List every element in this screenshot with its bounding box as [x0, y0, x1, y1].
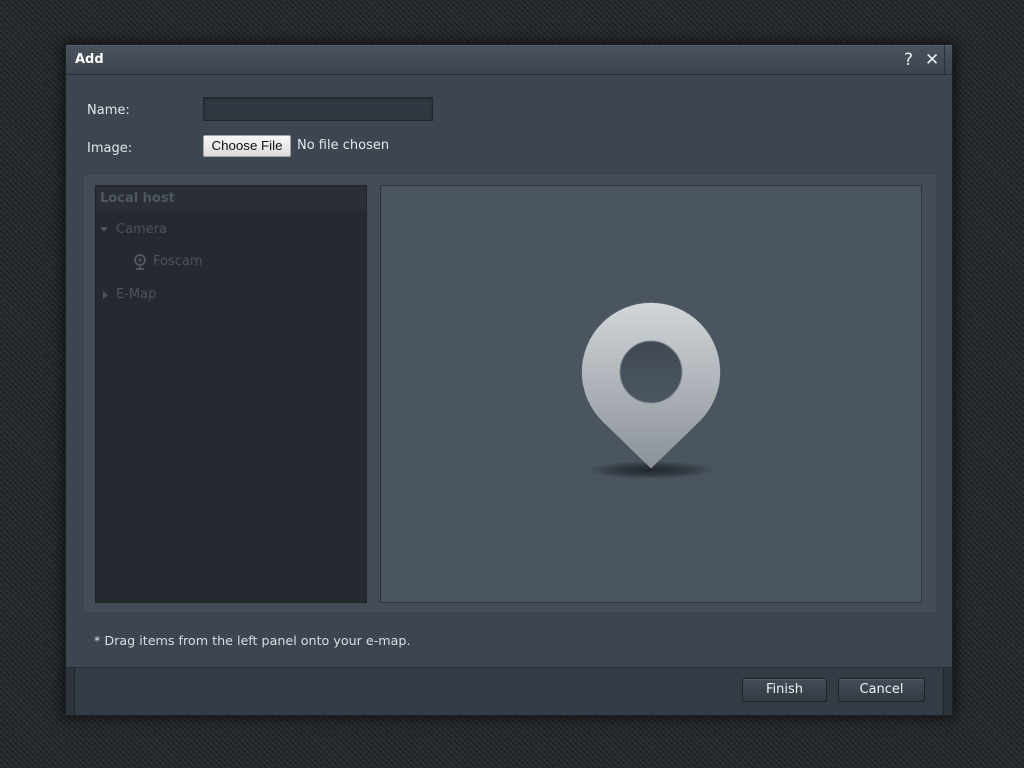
image-label: Image: [87, 141, 133, 156]
name-input[interactable] [203, 97, 433, 121]
panel-container: Local host Camera Foscam E-Map [84, 175, 936, 612]
caret-down-icon[interactable] [100, 227, 108, 232]
tree-item-e-map[interactable]: E-Map [96, 286, 366, 304]
titlebar-divider [944, 45, 945, 74]
help-icon[interactable]: ? [904, 45, 913, 75]
tree-item-foscam[interactable]: Foscam [96, 253, 366, 271]
camera-icon [133, 253, 147, 271]
add-dialog: Add ? ✕ Name: Image: Choose File No file… [65, 44, 953, 716]
tree-item-label: E-Map [116, 287, 157, 302]
device-tree-panel: Local host Camera Foscam E-Map [95, 185, 367, 603]
caret-right-icon[interactable] [103, 291, 108, 299]
e-map-canvas[interactable] [380, 185, 922, 603]
dialog-title: Add [75, 52, 104, 67]
file-status-text: No file chosen [297, 138, 390, 153]
tree-item-label: Camera [116, 222, 168, 237]
pin-hole [619, 340, 683, 404]
dialog-titlebar[interactable]: Add ? ✕ [66, 45, 952, 75]
tree-root-label: Local host [100, 191, 175, 206]
drag-hint-note: * Drag items from the left panel onto yo… [94, 633, 411, 648]
dialog-footer: Finish Cancel [66, 667, 952, 715]
name-label: Name: [87, 103, 130, 118]
finish-button[interactable]: Finish [742, 678, 827, 702]
tree-root-local-host[interactable]: Local host [96, 187, 366, 211]
cancel-button[interactable]: Cancel [838, 678, 925, 702]
choose-file-button[interactable]: Choose File [203, 135, 291, 157]
close-icon[interactable]: ✕ [925, 45, 939, 75]
tree-item-label: Foscam [153, 254, 203, 269]
map-pin-icon [581, 302, 721, 479]
tree-item-camera[interactable]: Camera [96, 221, 366, 239]
